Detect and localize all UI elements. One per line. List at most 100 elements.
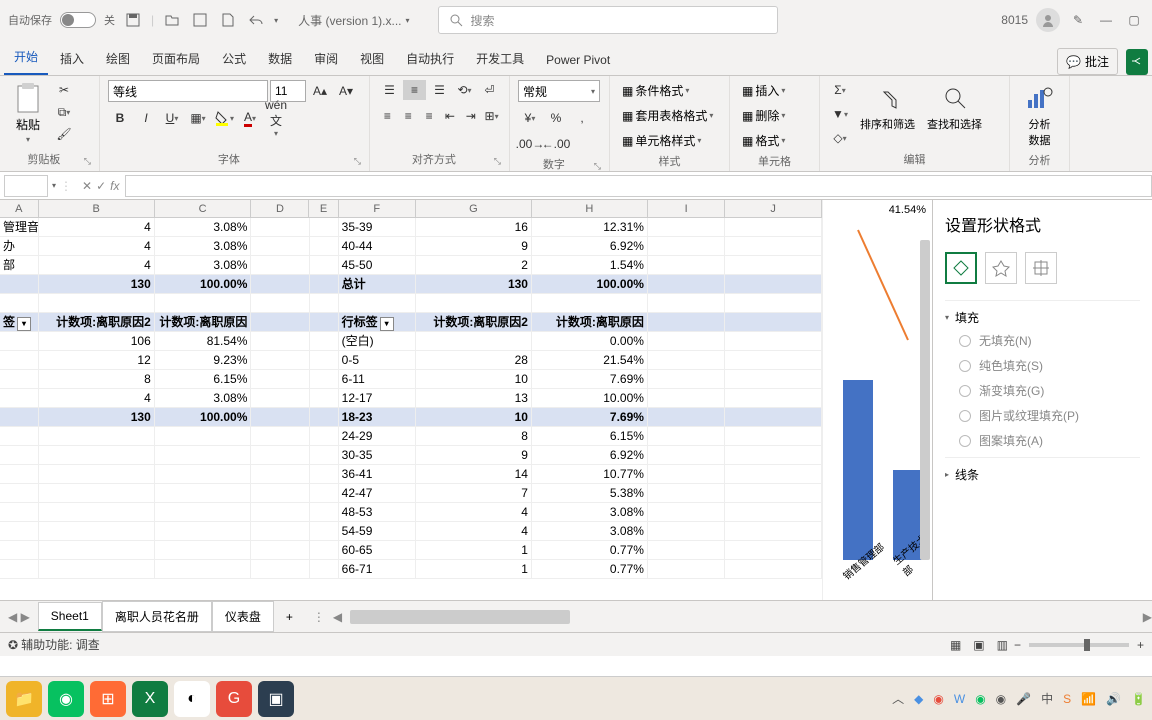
cell[interactable]: 6-11 xyxy=(339,370,416,388)
currency-icon[interactable]: ¥▾ xyxy=(518,108,542,128)
cell[interactable]: 管理音 xyxy=(0,218,39,236)
analyze-data-button[interactable]: 分析 数据 xyxy=(1018,80,1061,150)
cell[interactable] xyxy=(310,484,339,502)
cell[interactable] xyxy=(725,446,822,464)
cell[interactable] xyxy=(648,370,725,388)
pinyin-button[interactable]: wén文▾ xyxy=(264,108,288,128)
cell[interactable] xyxy=(310,465,339,483)
cell[interactable] xyxy=(39,560,155,578)
cell[interactable]: 签▾ xyxy=(0,313,39,331)
cell[interactable] xyxy=(725,484,822,502)
cell[interactable]: 48-53 xyxy=(339,503,416,521)
cell[interactable]: 3.08% xyxy=(155,218,252,236)
hscroll-right-icon[interactable]: ▶ xyxy=(1143,610,1152,624)
cell[interactable] xyxy=(725,370,822,388)
clipboard-launcher-icon[interactable]: ⤡ xyxy=(84,156,91,167)
solid-fill-radio[interactable]: 纯色填充(S) xyxy=(959,357,1140,374)
font-launcher-icon[interactable]: ⤡ xyxy=(354,156,361,167)
cell[interactable]: 10.00% xyxy=(532,389,648,407)
cell[interactable] xyxy=(310,275,339,293)
autosum-icon[interactable]: Σ▾ xyxy=(828,80,852,100)
cell[interactable]: 130 xyxy=(416,275,532,293)
cell[interactable] xyxy=(251,351,309,369)
table-row[interactable]: 54-5943.08% xyxy=(0,522,822,541)
cell[interactable]: 4 xyxy=(39,237,155,255)
tray-icon-1[interactable]: ◆ xyxy=(914,692,923,706)
table-row[interactable]: 部43.08%45-5021.54% xyxy=(0,256,822,275)
spreadsheet-grid[interactable]: ABCDEFGHIJ 管理音43.08%35-391612.31%办43.08%… xyxy=(0,200,822,600)
cell[interactable] xyxy=(648,522,725,540)
tray-volume-icon[interactable]: 🔊 xyxy=(1106,692,1121,706)
cell[interactable] xyxy=(310,522,339,540)
tab-automate[interactable]: 自动执行 xyxy=(396,42,464,75)
cell[interactable]: 130 xyxy=(39,408,155,426)
align-top-icon[interactable]: ☰ xyxy=(378,80,401,100)
cell[interactable] xyxy=(416,332,532,350)
cell[interactable]: 总计 xyxy=(339,275,416,293)
cell[interactable]: 3.08% xyxy=(532,503,648,521)
col-header[interactable]: H xyxy=(532,200,648,217)
decrease-decimal-icon[interactable]: ←.00 xyxy=(544,134,568,154)
cell[interactable] xyxy=(155,503,252,521)
cell[interactable]: 3.08% xyxy=(532,522,648,540)
find-select-button[interactable]: 查找和选择 xyxy=(923,80,986,134)
tab-formulas[interactable]: 公式 xyxy=(212,42,256,75)
zoom-slider[interactable] xyxy=(1029,643,1129,647)
cell[interactable] xyxy=(339,294,416,312)
cell[interactable] xyxy=(0,389,39,407)
cell[interactable] xyxy=(725,541,822,559)
table-row[interactable]: 36-411410.77% xyxy=(0,465,822,484)
cell[interactable] xyxy=(725,294,822,312)
cell[interactable]: 12.31% xyxy=(532,218,648,236)
save-icon[interactable] xyxy=(123,10,143,30)
name-box[interactable] xyxy=(4,175,48,197)
cell[interactable] xyxy=(648,541,725,559)
cell[interactable]: 0.77% xyxy=(532,560,648,578)
cell[interactable] xyxy=(725,389,822,407)
tray-icon-4[interactable]: ◉ xyxy=(975,692,985,706)
cell[interactable]: 10 xyxy=(416,408,532,426)
cell[interactable] xyxy=(251,218,309,236)
filename-dropdown[interactable]: 人事 (version 1).x...▾ xyxy=(298,12,409,29)
cell[interactable] xyxy=(648,560,725,578)
zoom-in-icon[interactable]: + xyxy=(1137,638,1144,652)
hscroll-left-icon[interactable]: ◀ xyxy=(333,610,342,624)
table-row[interactable] xyxy=(0,294,822,313)
cell[interactable] xyxy=(725,332,822,350)
cell[interactable] xyxy=(251,389,309,407)
cell[interactable] xyxy=(310,332,339,350)
cell[interactable] xyxy=(0,541,39,559)
cell[interactable] xyxy=(532,294,648,312)
bold-button[interactable]: B xyxy=(108,108,132,128)
cell[interactable] xyxy=(155,541,252,559)
cell[interactable] xyxy=(251,332,309,350)
cell[interactable] xyxy=(39,484,155,502)
table-row[interactable]: 43.08%12-171310.00% xyxy=(0,389,822,408)
cell[interactable]: 计数项:离职原因2 xyxy=(416,313,532,331)
taskbar-app1-icon[interactable]: ⊞ xyxy=(90,681,126,717)
cell[interactable] xyxy=(0,294,39,312)
cell[interactable] xyxy=(416,294,532,312)
number-launcher-icon[interactable]: ⤡ xyxy=(594,161,601,172)
cell[interactable] xyxy=(310,351,339,369)
cell[interactable] xyxy=(310,313,339,331)
fill-color-button[interactable]: ▾ xyxy=(212,108,236,128)
cell[interactable] xyxy=(648,218,725,236)
cell[interactable]: 60-65 xyxy=(339,541,416,559)
cell[interactable]: 计数项:离职原因2 xyxy=(39,313,155,331)
tray-icon-3[interactable]: W xyxy=(954,692,965,706)
cell[interactable]: 8 xyxy=(416,427,532,445)
shape-fill-line-tab[interactable] xyxy=(945,252,977,284)
view-pagelayout-icon[interactable]: ▣ xyxy=(967,638,990,652)
insert-cells-button[interactable]: ▦ 插入 ▾ xyxy=(738,80,811,101)
taskbar-wechat-icon[interactable]: ◉ xyxy=(48,681,84,717)
paste-button[interactable]: 粘贴▾ xyxy=(8,80,48,146)
tray-expand-icon[interactable]: ︿ xyxy=(892,690,904,707)
tab-view[interactable]: 视图 xyxy=(350,42,394,75)
table-row[interactable]: 管理音43.08%35-391612.31% xyxy=(0,218,822,237)
cell[interactable]: 28 xyxy=(416,351,532,369)
cell[interactable] xyxy=(39,427,155,445)
cell[interactable]: 130 xyxy=(39,275,155,293)
cancel-formula-icon[interactable]: ✕ xyxy=(82,179,92,193)
tray-icon-6[interactable]: S xyxy=(1063,692,1071,706)
